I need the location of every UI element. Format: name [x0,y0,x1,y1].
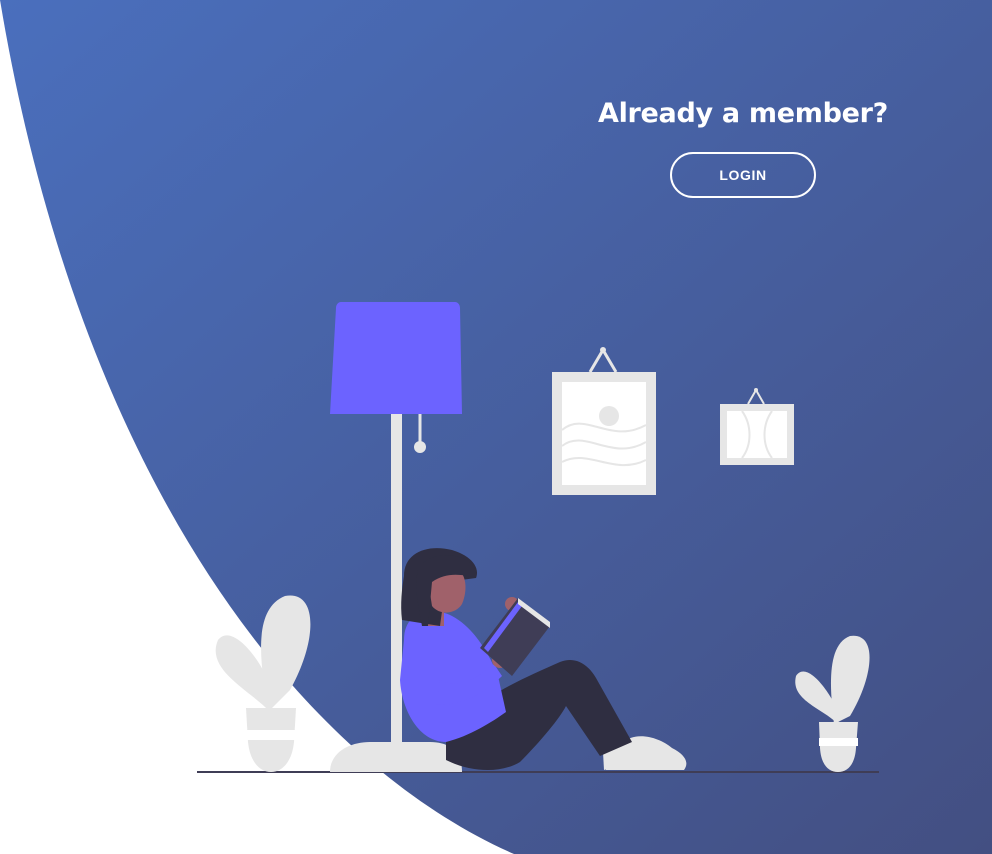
left-plant-icon [215,595,311,772]
reading-person-icon [400,548,687,771]
panel-title: Already a member? [597,98,889,129]
login-button[interactable]: LOGIN [670,152,816,198]
picture-frame-large-icon [552,347,656,495]
signin-panel: Already a member? LOGIN [560,92,926,198]
picture-frame-small-icon [720,387,794,465]
right-plant-icon [795,635,870,772]
